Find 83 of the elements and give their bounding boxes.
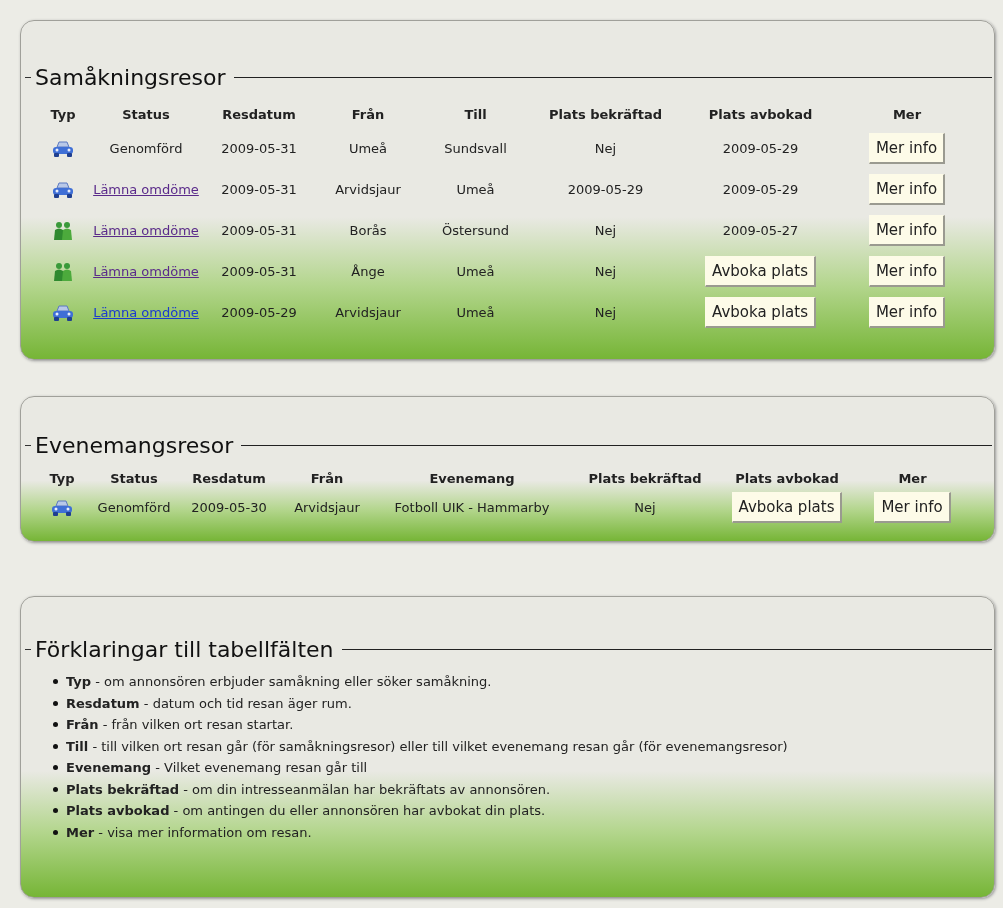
bullet-icon [53,700,58,706]
table-cell-text: Arvidsjaur [293,498,361,517]
table-cell-text: Sundsvall [443,139,508,158]
column-header: Mer [891,106,923,125]
action-button[interactable]: Mer info [874,492,951,523]
people-icon [53,220,73,241]
table-cell-text: Genomförd [96,498,172,517]
column-header: Plats bekräftad [547,106,664,125]
column-header: Evenemang [428,470,516,489]
legend-item: Evenemang - Vilket evenemang resan går till [66,759,368,777]
legend-item: Till - till vilken ort resan går (för samåkningsresor) eller till vilket evenemang resan går (för evenemangsresor) [66,737,788,756]
bullet-icon [53,808,58,814]
review-link[interactable]: Lämna omdöme [93,261,199,282]
column-header: Typ [49,106,77,125]
table-cell-text: 2009-05-29 [721,180,800,199]
car-icon [51,498,73,517]
bullet-icon [53,829,58,835]
table-cell-text: Arvidsjaur [334,303,402,322]
section-title: Förklaringar till tabellfälten [35,636,334,664]
table-cell-text: Östersund [441,221,510,240]
section-title: Evenemangsresor [35,432,234,460]
table-cell-text: Nej [593,303,618,322]
section-title: Samåkningsresor [35,64,226,92]
table-cell-text: Nej [633,498,657,517]
table-cell-text: Borås [348,221,388,240]
column-header: Plats avbokad [707,106,814,125]
table-cell-text: 2009-05-31 [220,262,298,281]
car-icon [52,139,74,158]
people-icon [53,261,73,282]
column-header: Resdatum [221,106,297,125]
table-cell-text: 2009-05-29 [566,180,645,199]
review-link[interactable]: Lämna omdöme [93,179,199,200]
legend-item: Från - från vilken ort resan startar. [66,716,294,734]
table-cell-text: Umeå [455,180,496,199]
table-cell-text: Umeå [455,262,496,281]
column-header: Typ [48,470,76,489]
column-header: Resdatum [191,470,267,489]
action-button[interactable]: Avboka plats [705,297,816,328]
action-button[interactable]: Avboka plats [705,256,816,287]
column-header: Status [121,106,171,125]
action-button[interactable]: Mer info [868,256,946,287]
table-cell-text: 2009-05-30 [190,498,268,517]
column-header: Från [309,470,345,489]
action-button[interactable]: Mer info [868,297,946,328]
table-cell-text: Umeå [455,303,496,322]
column-header: Till [463,106,488,125]
legend-item: Typ - om annonsören erbjuder samåkning eller söker samåkning. [66,673,492,691]
table-cell-text: Fotboll UIK - Hammarby [393,498,551,517]
column-header: Från [350,106,386,125]
review-link[interactable]: Lämna omdöme [93,302,199,323]
action-button[interactable]: Avboka plats [731,492,843,523]
table-cell-text: 2009-05-31 [220,180,298,199]
column-header: Plats avbokad [734,470,840,489]
legend-item: Plats avbokad - om antingen du eller annonsören har avbokat din plats. [66,802,546,820]
action-button[interactable]: Mer info [868,174,946,205]
legend-item: Plats bekräftad - om din intresseanmälan har bekräftats av annonsören. [66,780,551,799]
table-cell-text: Nej [593,139,618,158]
column-header: Plats bekräftad [587,470,703,489]
bullet-icon [53,743,58,749]
legend-item: Resdatum - datum och tid resan äger rum. [66,694,352,713]
bullet-icon [53,765,58,771]
review-link[interactable]: Lämna omdöme [93,220,199,241]
table-cell-text: 2009-05-29 [220,303,298,322]
table-cell-text: Ånge [350,262,386,281]
column-header: Status [109,470,159,489]
table-cell-text: Genomförd [108,139,184,158]
table-cell-text: Nej [593,221,618,240]
table-cell-text: 2009-05-31 [220,139,298,158]
table-cell-text: 2009-05-31 [220,221,298,240]
car-icon [52,180,74,199]
action-button[interactable]: Mer info [868,133,946,164]
action-button[interactable]: Mer info [868,215,946,246]
car-icon [52,303,74,322]
bullet-icon [53,679,58,685]
table-cell-text: 2009-05-29 [721,139,800,158]
table-cell-text: Nej [593,262,618,281]
table-cell-text: 2009-05-27 [721,221,800,240]
column-header: Mer [897,470,928,489]
table-cell-text: Arvidsjaur [334,180,402,199]
table-cell-text: Umeå [347,139,389,158]
legend-item: Mer - visa mer information om resan. [66,823,312,842]
bullet-icon [53,786,58,792]
bullet-icon [53,722,58,728]
